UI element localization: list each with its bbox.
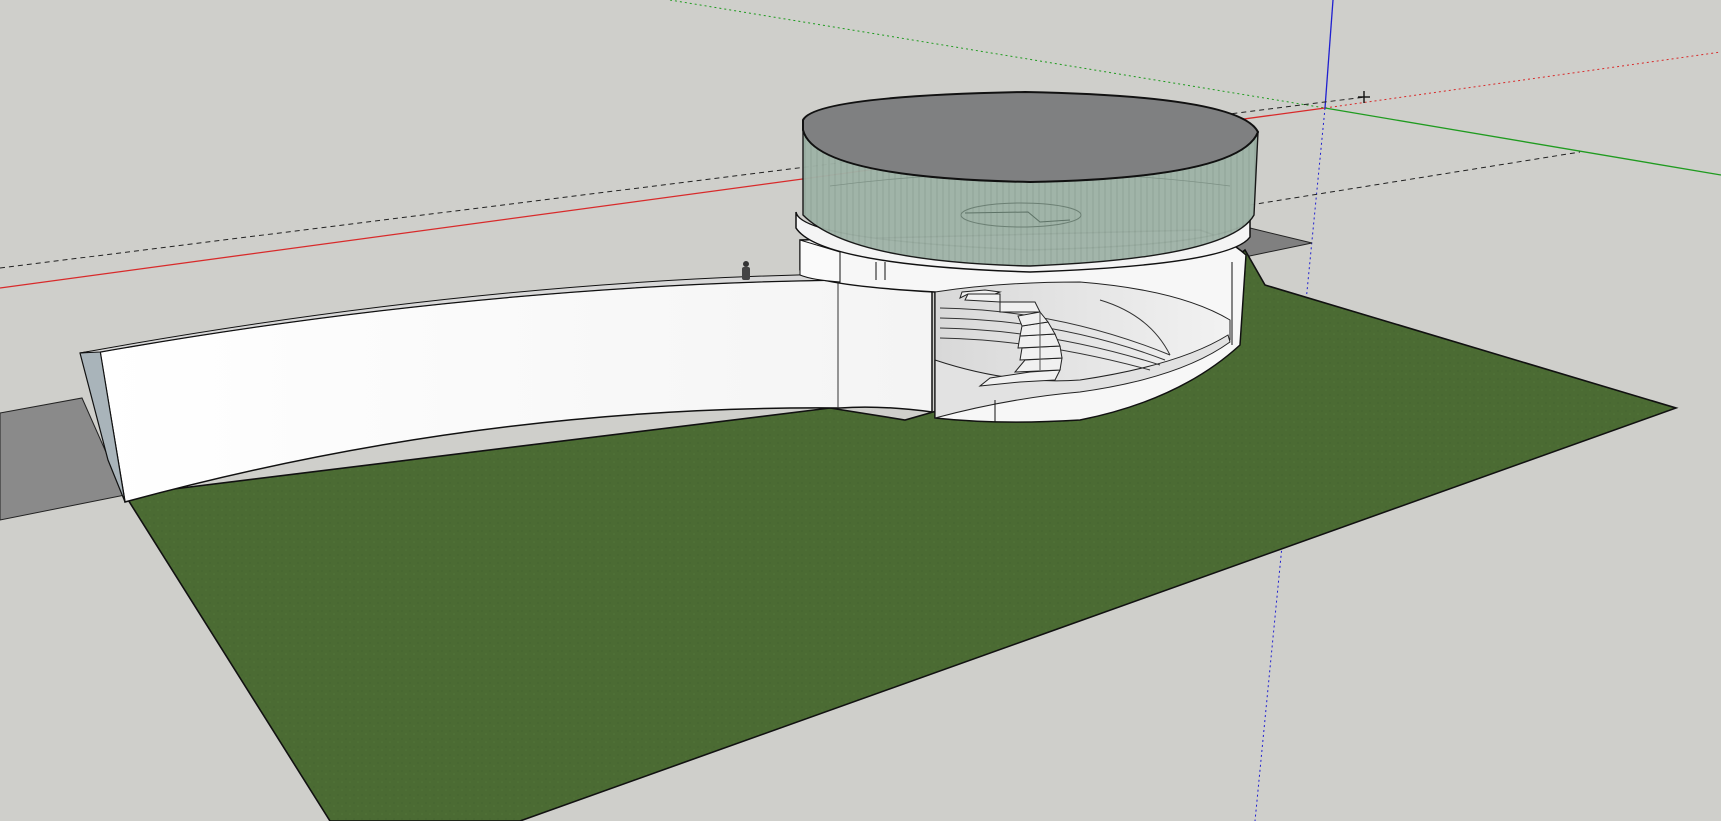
human-figure[interactable] [742,261,750,280]
red-axis-dotted [1324,51,1721,109]
green-axis-solid [1324,107,1721,176]
model-viewport[interactable] [0,0,1721,821]
model-scene[interactable] [0,0,1721,821]
blue-axis-solid [1324,0,1334,109]
guide-line-lower [1249,151,1581,206]
inference-crosshair-icon [1358,91,1370,103]
